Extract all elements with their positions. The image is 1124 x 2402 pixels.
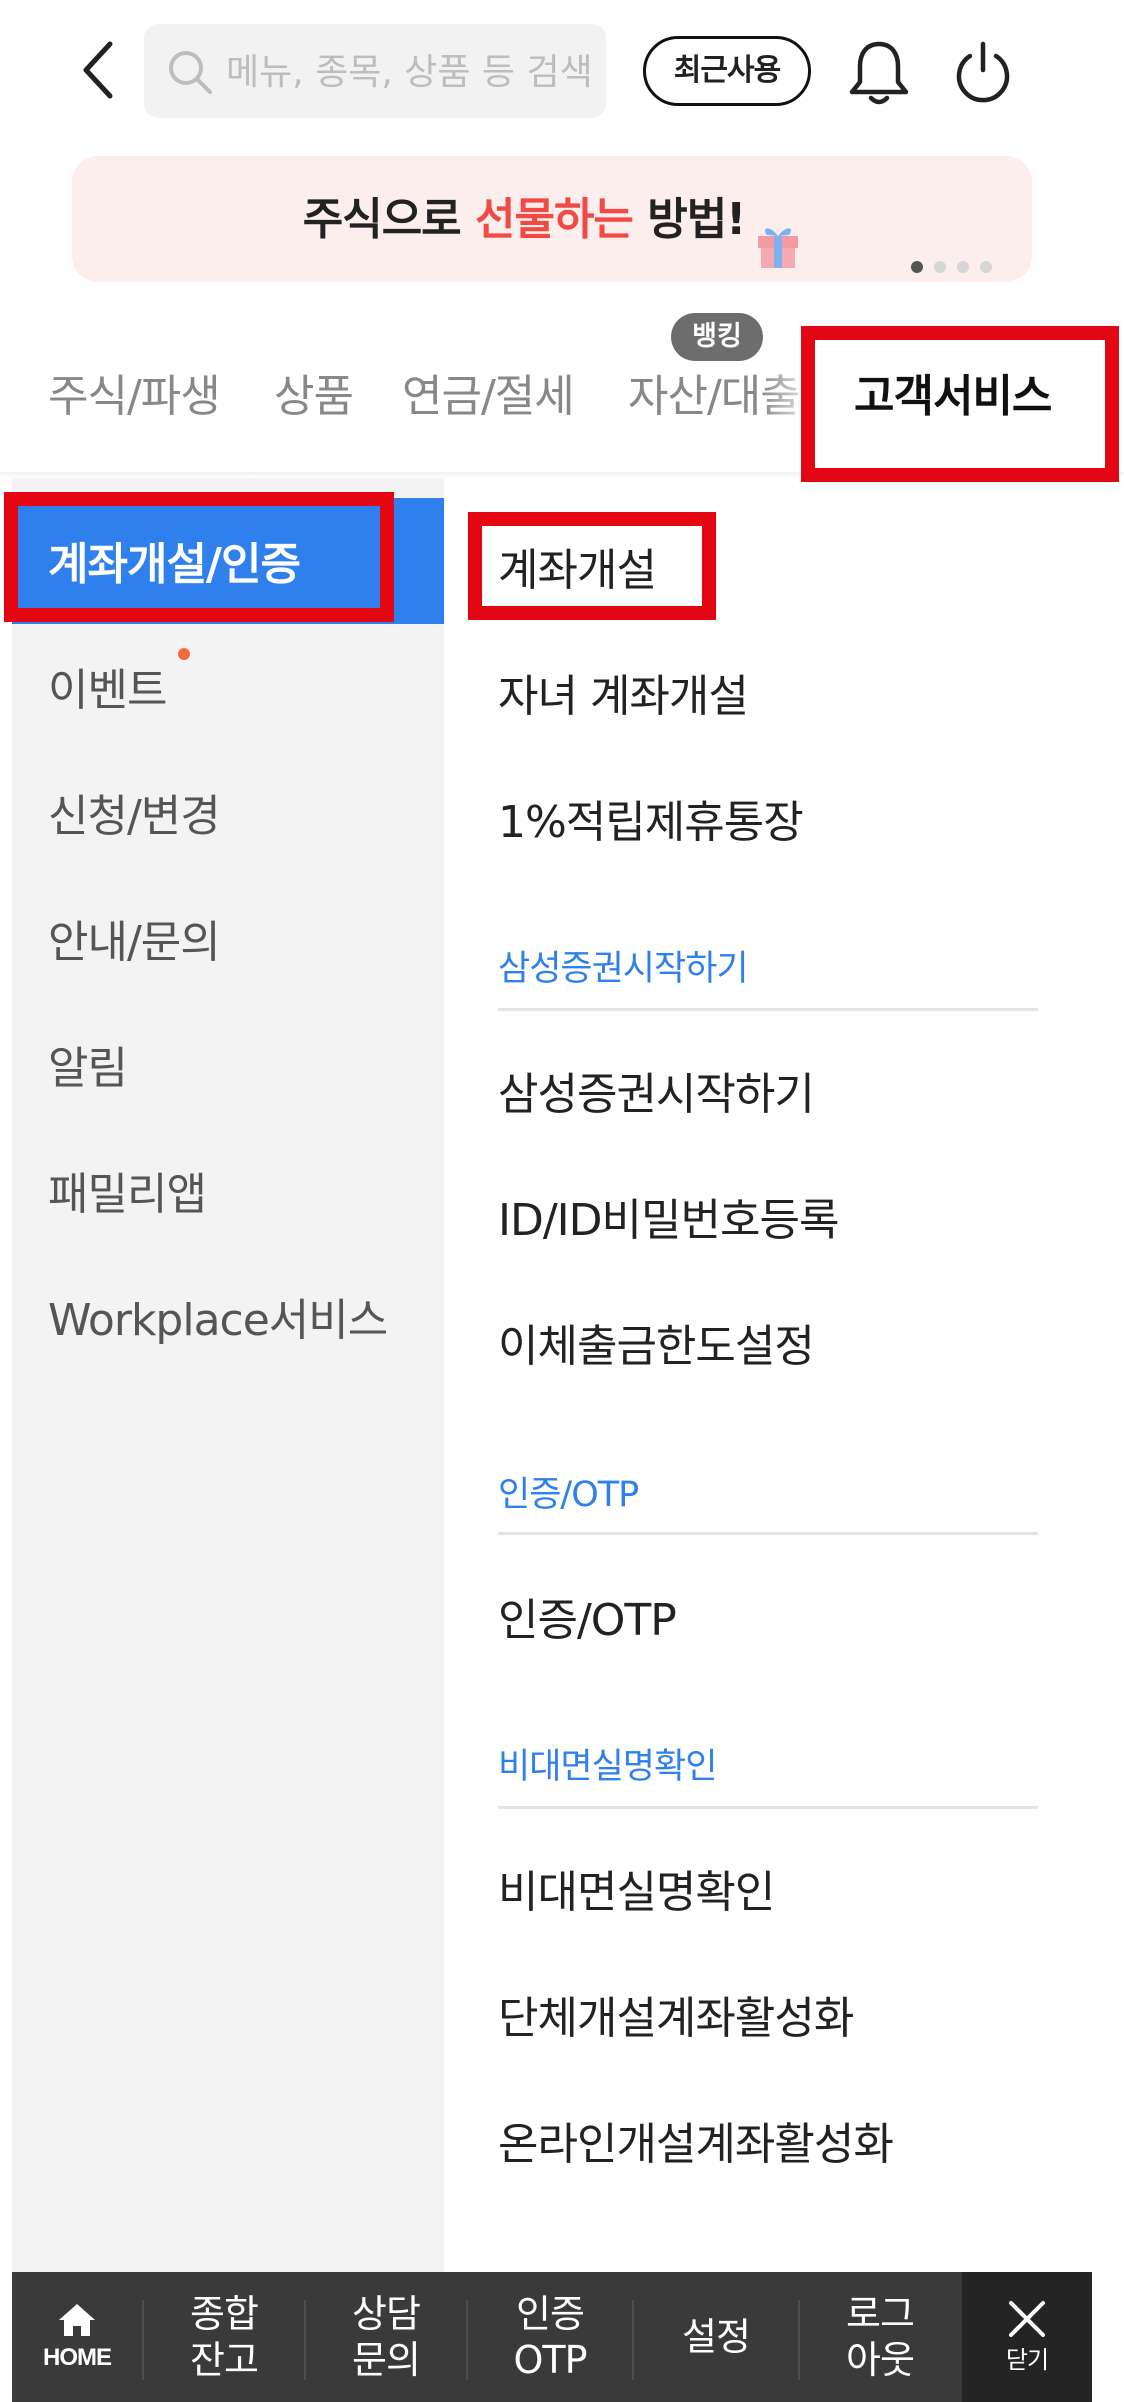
category-workplace-service[interactable]: Workplace서비스 [48, 1284, 388, 1348]
home-label: HOME [43, 2344, 112, 2371]
search-input[interactable] [224, 24, 598, 120]
tab-stocks-derivatives[interactable]: 주식/파생 [48, 360, 221, 424]
menu-item-auth-otp[interactable]: 인증/OTP [498, 1584, 677, 1648]
category-guide-inquiry[interactable]: 안내/문의 [48, 906, 221, 970]
category-apply-change[interactable]: 신청/변경 [48, 780, 221, 844]
section-divider [498, 1806, 1038, 1809]
logout-label-line1: 로그 [846, 2292, 915, 2336]
highlight-box-customer-service-tab [801, 326, 1119, 482]
banking-badge: 뱅킹 [671, 313, 763, 361]
section-title-auth-otp: 인증/OTP [498, 1475, 639, 1515]
notification-button[interactable] [846, 36, 912, 108]
logout-button[interactable]: 로그 아웃 [800, 2272, 960, 2402]
promo-banner[interactable]: 주식으로 선물하는 방법! [72, 156, 1032, 282]
chevron-left-icon [83, 41, 113, 99]
back-button[interactable] [70, 34, 130, 106]
close-icon [1009, 2301, 1045, 2337]
close-label: 닫기 [1005, 2346, 1049, 2374]
home-button[interactable]: HOME [12, 2272, 142, 2402]
settings-label: 설정 [682, 2315, 751, 2359]
tab-products[interactable]: 상품 [274, 360, 354, 424]
new-indicator-dot [178, 648, 190, 660]
section-divider [498, 1532, 1038, 1535]
tab-pension-tax[interactable]: 연금/절세 [402, 360, 575, 424]
menu-item-savings-partner[interactable]: 1%적립제휴통장 [498, 786, 804, 850]
menu-item-start-samsung[interactable]: 삼성증권시작하기 [498, 1058, 815, 1122]
section-divider [498, 1008, 1038, 1011]
bell-icon [849, 41, 909, 105]
category-sidebar [12, 478, 444, 2272]
banner-highlight: 선물하는 [474, 194, 634, 245]
balance-label-line1: 종합 [190, 2292, 259, 2336]
consult-button[interactable]: 상담 문의 [306, 2272, 466, 2402]
logout-label-line2: 아웃 [846, 2338, 915, 2382]
category-events[interactable]: 이벤트 [48, 654, 167, 718]
search-icon [169, 51, 212, 94]
menu-item-online-account-activate[interactable]: 온라인개설계좌활성화 [498, 2108, 894, 2172]
menu-item-group-account-activate[interactable]: 단체개설계좌활성화 [498, 1982, 854, 2046]
gift-icon [755, 192, 801, 268]
close-menu-button[interactable]: 닫기 [962, 2272, 1092, 2402]
highlight-box-account-auth-category [4, 492, 394, 622]
logout-power-button[interactable] [950, 38, 1016, 106]
balance-label-line2: 잔고 [190, 2338, 259, 2382]
menu-item-transfer-limit[interactable]: 이체출금한도설정 [498, 1310, 815, 1374]
otp-label-line2: OTP [513, 2338, 587, 2382]
category-family-apps[interactable]: 패밀리앱 [48, 1158, 207, 1222]
consult-label-line1: 상담 [352, 2292, 421, 2336]
search-bar[interactable] [144, 24, 606, 120]
menu-item-id-password[interactable]: ID/ID비밀번호등록 [498, 1184, 839, 1248]
highlight-box-account-opening-item [468, 512, 716, 620]
settings-button[interactable]: 설정 [634, 2272, 798, 2402]
banner-text: 주식으로 선물하는 방법! [72, 156, 1032, 284]
consult-label-line2: 문의 [352, 2338, 421, 2382]
section-title-remote-id: 비대면실명확인 [498, 1747, 717, 1787]
section-title-start: 삼성증권시작하기 [498, 949, 749, 989]
balance-button[interactable]: 종합 잔고 [144, 2272, 304, 2402]
banner-page-indicator [900, 258, 992, 277]
home-icon [59, 2304, 95, 2336]
recent-used-button[interactable]: 최근사용 [643, 36, 811, 106]
category-notifications[interactable]: 알림 [48, 1032, 128, 1096]
power-icon [956, 41, 1010, 103]
otp-button[interactable]: 인증 OTP [468, 2272, 632, 2402]
menu-item-remote-id-verify[interactable]: 비대면실명확인 [498, 1856, 775, 1920]
menu-item-child-account[interactable]: 자녀 계좌개설 [498, 660, 749, 724]
otp-label-line1: 인증 [516, 2292, 585, 2336]
